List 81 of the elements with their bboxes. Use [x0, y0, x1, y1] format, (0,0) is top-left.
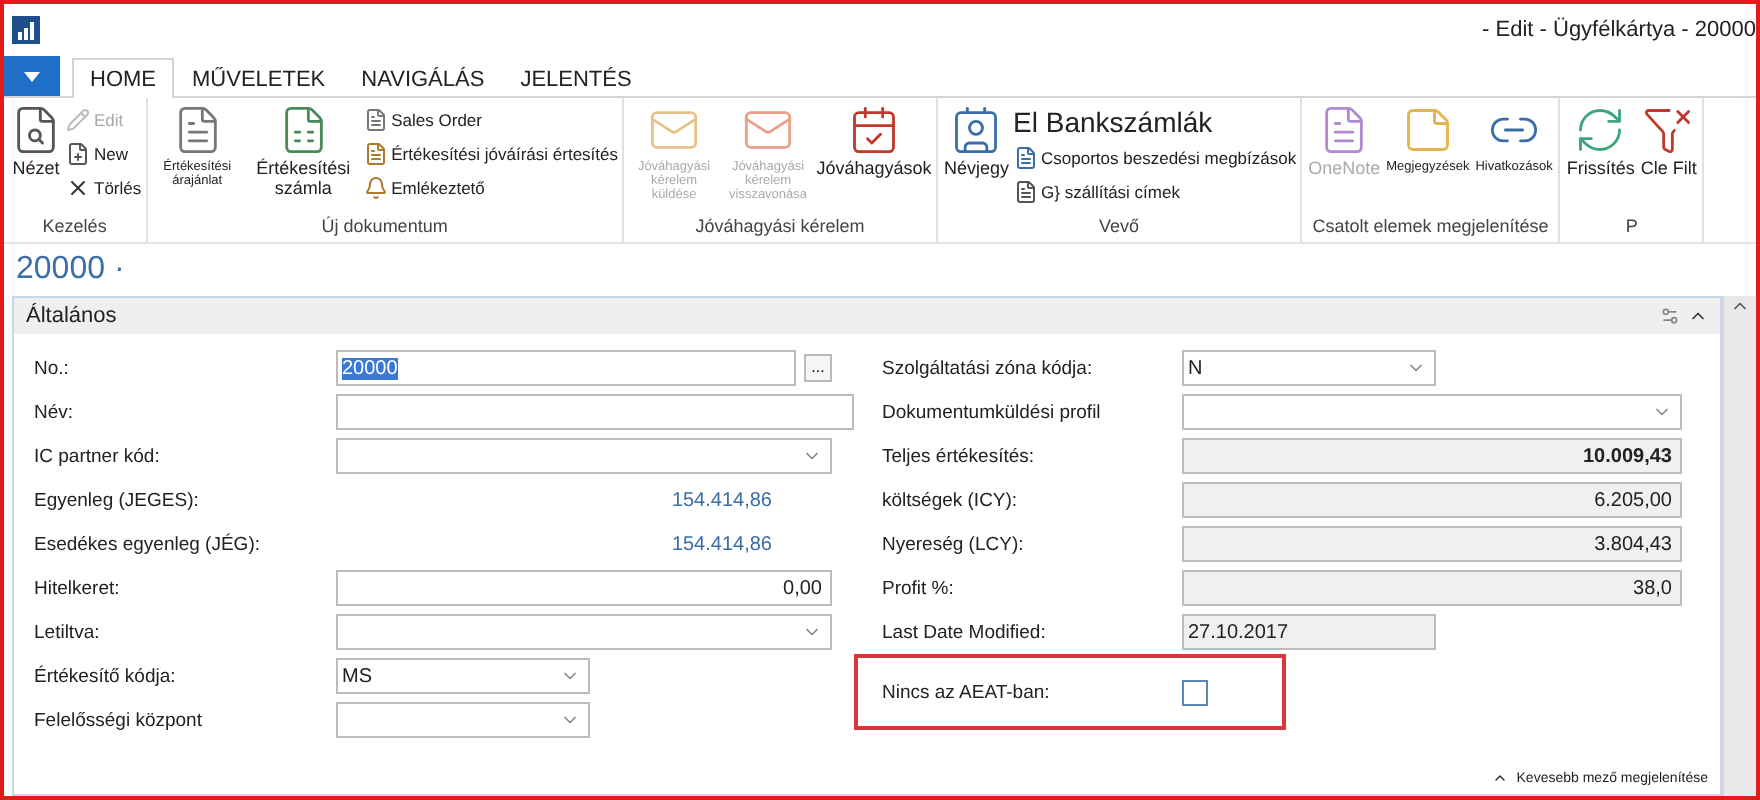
group-label: Új dokumentum	[319, 216, 450, 240]
pencil-icon	[66, 108, 90, 132]
app-logo-icon	[12, 16, 40, 44]
readonly-field: 6.205,00	[1182, 482, 1682, 518]
amount-link[interactable]: 154.414,86	[336, 533, 772, 555]
dropdown[interactable]	[336, 702, 590, 738]
readonly-field: 3.804,43	[1182, 526, 1682, 562]
ribbon-button[interactable]: Sales Order	[363, 104, 619, 136]
ribbon-button[interactable]: Értékesítési számla	[245, 104, 362, 200]
amount-link[interactable]: 154.414,86	[336, 489, 772, 511]
field-label: No.:	[34, 357, 71, 379]
caret-down-icon	[24, 71, 40, 81]
ribbon-button[interactable]: Törlés	[66, 172, 142, 204]
document-icon	[1013, 180, 1038, 204]
dropdown[interactable]: MS	[336, 658, 590, 694]
field-label: Teljes értékesítés:	[882, 445, 1037, 467]
text-field[interactable]: 20000	[336, 350, 796, 386]
dropdown[interactable]	[336, 614, 832, 650]
ribbon-button[interactable]: Csoportos beszedési megbízások	[1013, 142, 1297, 174]
group-label: Csatolt elemek megjelenítése	[1310, 216, 1551, 240]
field-label: Felelősségi központ	[34, 709, 204, 731]
field-label: Dokumentumküldési profil	[882, 401, 1103, 423]
field-label: Nincs az AEAT-ban:	[882, 681, 1052, 703]
readonly-field: 10.009,43	[1182, 438, 1682, 474]
app-menu-button[interactable]	[4, 56, 60, 96]
ribbon-button[interactable]: Értékesítési jóváírási értesítés	[363, 138, 619, 170]
sticky-note-icon	[1401, 104, 1454, 156]
readonly-field: 38,0	[1182, 570, 1682, 606]
ribbon-button[interactable]: Frissítés	[1564, 104, 1637, 180]
group-label: P	[1623, 216, 1640, 240]
field-label: költségek (ICY):	[882, 489, 1020, 511]
bell-icon	[363, 176, 388, 200]
readonly-field: 27.10.2017	[1182, 614, 1436, 650]
field-label: Név:	[34, 401, 76, 423]
calendar-check-icon	[848, 104, 901, 156]
group-label: Jóváhagyási kérelem	[693, 216, 867, 240]
ribbon-button[interactable]: G} szállítási címek	[1013, 176, 1297, 208]
document-icon	[363, 142, 388, 166]
filter-icon	[1642, 104, 1695, 156]
document-icon	[363, 108, 388, 132]
page-title: 20000 ·	[14, 250, 127, 290]
ribbon-button[interactable]: Nézet	[8, 104, 64, 180]
dropdown[interactable]	[1182, 394, 1682, 430]
ribbon-button[interactable]: Emlékeztető	[363, 172, 619, 204]
new-document-icon	[66, 142, 90, 166]
ribbon-tab[interactable]: HOME	[72, 58, 174, 98]
ribbon-button[interactable]: New	[66, 138, 142, 170]
ribbon-button[interactable]: Névjegy	[942, 104, 1012, 180]
number-field[interactable]: 0,00	[336, 570, 832, 606]
group-label: Kezelés	[40, 216, 109, 240]
field-label: IC partner kód:	[34, 445, 162, 467]
panel-title: Általános	[26, 304, 117, 328]
ribbon-button[interactable]: Cle Filt	[1638, 104, 1699, 180]
field-label: Hitelkeret:	[34, 577, 122, 599]
text-field[interactable]	[336, 394, 854, 430]
ribbon-tab[interactable]: JELENTÉS	[502, 58, 650, 98]
field-label: Letiltva:	[34, 621, 102, 643]
refresh-icon	[1574, 104, 1627, 156]
field-label: Last Date Modified:	[882, 621, 1048, 643]
field-label: Esedékes egyenleg (JÉG):	[34, 533, 263, 555]
ribbon-button[interactable]: Jóváhagyások	[816, 104, 933, 180]
lookup-button[interactable]: ...	[804, 354, 832, 382]
field-label: Szolgáltatási zóna kódja:	[882, 357, 1095, 379]
ribbon-tab[interactable]: NAVIGÁLÁS	[343, 58, 503, 98]
contact-card-icon	[950, 104, 1003, 156]
group-label: Vevő	[1097, 216, 1142, 240]
field-label: Nyereség (LCY):	[882, 533, 1026, 555]
checkbox[interactable]	[1182, 679, 1208, 705]
window-title: - Edit - Ügyfélkártya - 20000	[1482, 18, 1756, 42]
document-icon	[1013, 146, 1038, 170]
dropdown[interactable]	[336, 438, 832, 474]
dropdown[interactable]: N	[1182, 350, 1436, 386]
settings-icon[interactable]	[1660, 306, 1680, 326]
field-label: Értékesítő kódja:	[34, 665, 178, 687]
field-label: Egyenleg (JEGES):	[34, 489, 201, 511]
close-icon	[66, 176, 90, 200]
field-label: Profit %:	[882, 577, 956, 599]
ribbon-button[interactable]: El Bankszámlák	[1013, 104, 1297, 140]
ribbon-tab[interactable]: MŰVELETEK	[174, 58, 344, 98]
scrollbar[interactable]	[1722, 296, 1756, 796]
chevron-up-icon	[1492, 770, 1509, 786]
